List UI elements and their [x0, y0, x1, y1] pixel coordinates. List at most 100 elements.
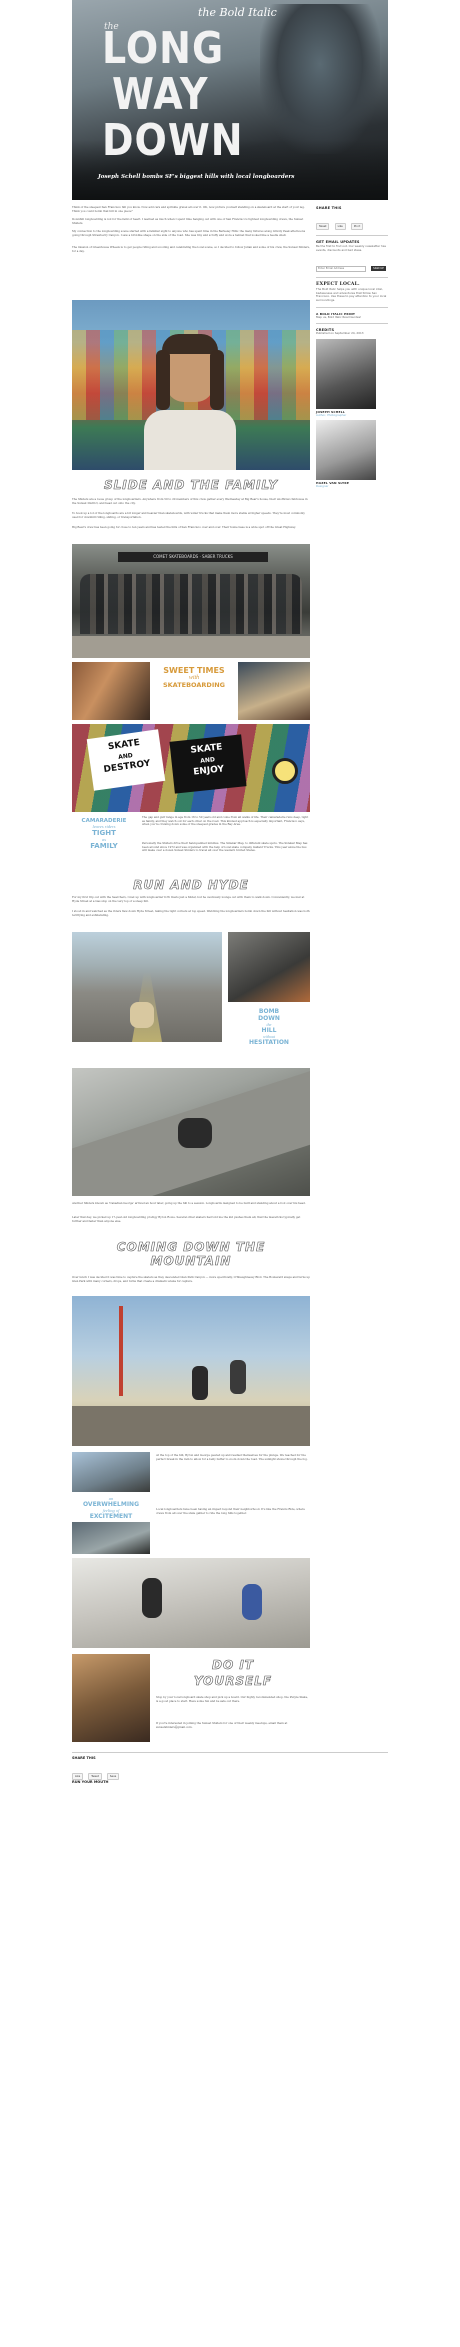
coming-p2: At the top of the hill, Byron and George…: [156, 1453, 308, 1461]
sidebar-share-title: SHARE THIS: [316, 206, 342, 210]
hero-title-way: WAY: [112, 68, 209, 120]
intro-p3: My connection to the longboarding scene …: [72, 229, 306, 237]
crew-row: [80, 574, 302, 634]
heading-slide-and-the-family: SLIDE AND THE FAMILY: [104, 478, 278, 493]
intro-p1: Think of the steepest San Francisco hill…: [72, 205, 305, 213]
sidebar-credit2-role: Designer: [316, 484, 329, 489]
heading-coming-down: COMING DOWN THE MOUNTAIN: [116, 1240, 266, 1269]
footer-tweet-button[interactable]: Tweet: [88, 1773, 102, 1780]
footer-share-buttons: Like Tweet Save: [72, 1762, 120, 1781]
pull-bomb-2: DOWN: [258, 1015, 280, 1022]
pull-over-2: OVERWHELMING: [82, 1501, 139, 1508]
rider-sliding: [178, 1118, 212, 1148]
skater-shirt: [144, 410, 236, 470]
sidebar: SHARE THIS Tweet Like Pin it GET EMAIL U…: [316, 206, 388, 489]
masthead-logo[interactable]: the Bold Italic: [198, 6, 277, 19]
mountain-road: [72, 1406, 310, 1446]
footer-share-label: SHARE THIS: [72, 1756, 96, 1760]
footer-save-button[interactable]: Save: [106, 1773, 120, 1780]
footer-rule: [72, 1752, 388, 1753]
coming-p1: Over lunch I was decided it was time to …: [72, 1275, 310, 1283]
photo-deck-art: SKATE AND DESTROY SKATE AND ENJOY: [72, 724, 310, 812]
hero-byline: Joseph Schell bombs SF's biggest hills w…: [98, 174, 295, 180]
sidebar-like-button[interactable]: Like: [334, 223, 346, 230]
run-p4: Later that day, we picked up 17-year-old…: [72, 1215, 301, 1223]
footer-your-mouth: RUN YOUR MOUTH: [72, 1780, 109, 1784]
pull-cam-3: TIGHT: [92, 829, 116, 837]
diy-p2: If you're interested in joining the Suns…: [156, 1721, 288, 1729]
sidebar-credit1-photo: [316, 338, 376, 409]
photo-hyde-street: [72, 932, 222, 1042]
sidebar-email-input[interactable]: [316, 265, 366, 272]
sidebar-credit1-role: Author, Photographer: [316, 412, 347, 417]
run-p3: Another Shiders known as 'Canadian Georg…: [72, 1201, 306, 1205]
sidebar-updates-text: Be the first to find out. Our weekly new…: [316, 244, 386, 252]
photo-shop-owner: [72, 1654, 150, 1742]
sidebar-rule-3: [316, 306, 388, 308]
heading-do-it: DO IT: [212, 1658, 254, 1673]
sidebar-credits-date: Published on September 24, 2013: [316, 331, 364, 336]
intro-p2: Downhill longboarding is not for the fai…: [72, 217, 304, 225]
rider-a: [192, 1366, 208, 1400]
slide-p3: Big Bear's crew has been going for close…: [72, 525, 296, 529]
deck-text-block-1: SKATE AND DESTROY: [86, 729, 166, 791]
sidebar-print-text[interactable]: Map us, Bold Italic Road Guides!: [316, 315, 388, 320]
photo-skate-decks-left: [72, 662, 150, 720]
photo-rider-small: [72, 1452, 150, 1492]
run-p1: For my first trip out with the Searchers…: [72, 895, 305, 903]
pull-cam-5: FAMILY: [90, 842, 118, 850]
footer-like-button[interactable]: Like: [72, 1773, 84, 1780]
pull-sweet-1: SWEET TIMES: [163, 666, 225, 675]
skater-hair-right: [210, 350, 224, 410]
heading-run-and-hyde: RUN AND HYDE: [133, 878, 249, 893]
slide-p2: To hook up a lot of the longboards are a…: [72, 511, 305, 519]
deck-wheel: [272, 758, 298, 784]
hero-title-long: LONG: [102, 22, 225, 74]
crew-ground: [72, 636, 310, 658]
pull-over-4: EXCITEMENT: [89, 1513, 133, 1520]
cam-p2: Personally the Shiders drive their hand-…: [142, 841, 308, 853]
skater-hat: [162, 334, 218, 354]
pull-overwhelming: an OVERWHELMING feeling of EXCITEMENT: [72, 1496, 150, 1520]
pull-camaraderie: CAMARADERIE leaves riders TIGHT as FAMIL…: [72, 818, 136, 850]
sidebar-expect-text: The Bold Italic helps you with unique lo…: [316, 287, 387, 302]
pull-sweet-times: SWEET TIMES with SKATEBOARDING: [154, 666, 234, 689]
intro-p4: The mission of Greenhouse Wheels is to g…: [72, 245, 310, 253]
sidebar-tweet-button[interactable]: Tweet: [316, 223, 330, 230]
article-page: the Bold Italic the LONG WAY DOWN Joseph…: [72, 0, 388, 2347]
bus-sign: COMET SKATEBOARDS · SABER TRUCKS: [118, 552, 268, 562]
photo-mountain-tower: [72, 1296, 310, 1446]
run-p2: I stood in and watched as the riders fle…: [72, 909, 310, 917]
rider-b: [230, 1360, 246, 1394]
skater-crouch: [130, 1002, 154, 1028]
sidebar-signup-button[interactable]: SIGN UP: [371, 266, 386, 272]
hero-photo-skater: [260, 4, 380, 154]
sidebar-rule-4: [316, 323, 388, 325]
pull-bomb-4: HILL: [261, 1027, 277, 1034]
radio-tower: [112, 1306, 130, 1396]
pull-sweet-3: SKATEBOARDING: [162, 681, 226, 689]
sidebar-signup-row: SIGN UP: [316, 254, 388, 273]
sidebar-pin-button[interactable]: Pin it: [350, 223, 364, 230]
photo-slide-hill: [72, 1068, 310, 1196]
photo-skater-portrait: [72, 300, 310, 470]
photo-rider-small-2: [72, 1522, 150, 1554]
pull-bomb-down: BOMB DOWN the HILL without HESITATION: [228, 1008, 310, 1046]
diy-p1: Stop by your local longboard skate shop …: [156, 1695, 309, 1703]
rider-left: [142, 1578, 162, 1618]
deck-text-block-2: SKATE AND ENJOY: [169, 734, 247, 794]
photo-skater-right: [238, 662, 310, 720]
photo-board-closeup: [228, 932, 310, 1002]
hero-banner: the Bold Italic the LONG WAY DOWN Joseph…: [72, 0, 388, 200]
pull-bomb-1: BOMB: [258, 1008, 280, 1015]
photo-riders-curve: [72, 1558, 310, 1648]
coming-p3: Local longboarders have been having an i…: [156, 1507, 305, 1515]
skater-hair-left: [156, 350, 170, 410]
sidebar-credit2-photo: [316, 420, 376, 481]
slide-p1: The Shiders are a loose group of the lon…: [72, 497, 308, 505]
sidebar-share-buttons: Tweet Like Pin it: [316, 212, 388, 231]
sidebar-rule-1: [316, 235, 388, 236]
heading-yourself: YOURSELF: [193, 1674, 273, 1689]
pull-bomb-6: HESITATION: [249, 1039, 289, 1046]
sidebar-rule-2: [316, 277, 388, 279]
